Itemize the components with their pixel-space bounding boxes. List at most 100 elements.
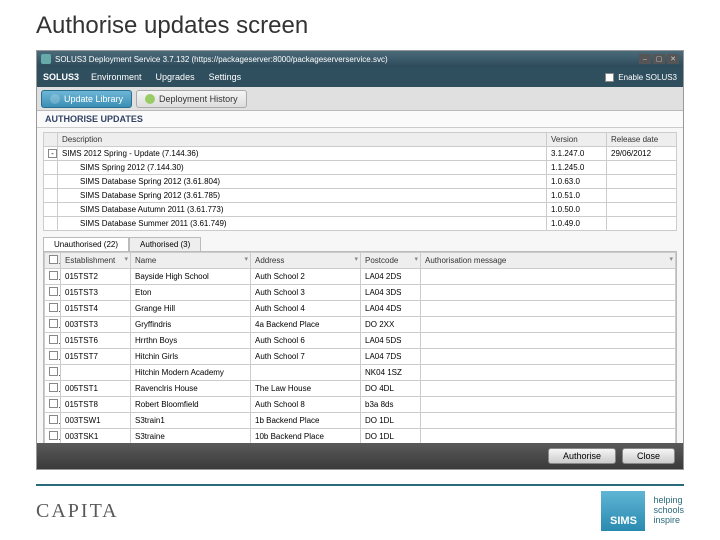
cell-address: 1b Backend Place <box>251 413 361 429</box>
update-description: SIMS Database Spring 2012 (3.61.804) <box>58 175 547 189</box>
cell-establishment: 003TSW1 <box>61 413 131 429</box>
row-checkbox[interactable] <box>45 365 61 381</box>
tab-unauthorised[interactable]: Unauthorised (22) <box>43 237 129 251</box>
expand-toggle[interactable] <box>44 189 58 203</box>
update-description: SIMS Database Autumn 2011 (3.61.773) <box>58 203 547 217</box>
row-checkbox[interactable] <box>45 397 61 413</box>
menu-environment[interactable]: Environment <box>91 72 142 82</box>
filter-icon[interactable]: ▾ <box>414 255 418 263</box>
school-row[interactable]: 005TST1Ravenclris HouseThe Law HouseDO 4… <box>45 381 676 397</box>
cell-postcode: LA04 3DS <box>361 285 421 301</box>
close-button[interactable]: Close <box>622 448 675 464</box>
row-checkbox[interactable] <box>45 413 61 429</box>
expand-toggle[interactable]: - <box>44 147 58 161</box>
menu-upgrades[interactable]: Upgrades <box>156 72 195 82</box>
row-checkbox[interactable] <box>45 285 61 301</box>
cell-postcode: DO 1DL <box>361 429 421 444</box>
school-row[interactable]: 015TST6Hrrthn BoysAuth School 6LA04 5DS <box>45 333 676 349</box>
update-library-button[interactable]: Update Library <box>41 90 132 108</box>
update-version: 1.0.51.0 <box>547 189 607 203</box>
col-release[interactable]: Release date <box>607 133 677 147</box>
school-row[interactable]: 015TST8Robert BloomfieldAuth School 8b3a… <box>45 397 676 413</box>
app-window: SOLUS3 Deployment Service 3.7.132 (https… <box>36 50 684 470</box>
cell-auth-message <box>421 285 676 301</box>
school-row[interactable]: 015TST4Grange HillAuth School 4LA04 4DS <box>45 301 676 317</box>
cell-establishment: 003TSK1 <box>61 429 131 444</box>
window-titlebar: SOLUS3 Deployment Service 3.7.132 (https… <box>37 51 683 67</box>
row-checkbox[interactable] <box>45 301 61 317</box>
filter-icon[interactable]: ▾ <box>669 255 673 263</box>
update-row[interactable]: SIMS Database Spring 2012 (3.61.804)1.0.… <box>44 175 677 189</box>
update-row[interactable]: SIMS Database Autumn 2011 (3.61.773)1.0.… <box>44 203 677 217</box>
cell-auth-message <box>421 301 676 317</box>
cell-auth-message <box>421 381 676 397</box>
slide-title: Authorise updates screen <box>36 12 684 40</box>
cell-establishment <box>61 365 131 381</box>
window-title: SOLUS3 Deployment Service 3.7.132 (https… <box>55 55 388 64</box>
col-address[interactable]: Address▾ <box>251 253 361 269</box>
row-checkbox[interactable] <box>45 349 61 365</box>
close-window-button[interactable]: ✕ <box>667 54 679 64</box>
update-release <box>607 217 677 231</box>
minimize-button[interactable]: – <box>639 54 651 64</box>
row-checkbox[interactable] <box>45 429 61 444</box>
cell-address: Auth School 8 <box>251 397 361 413</box>
col-version[interactable]: Version <box>547 133 607 147</box>
menu-settings[interactable]: Settings <box>209 72 242 82</box>
school-row[interactable]: 015TST2Bayside High SchoolAuth School 2L… <box>45 269 676 285</box>
school-row[interactable]: 015TST7Hitchin GirlsAuth School 7LA04 7D… <box>45 349 676 365</box>
col-postcode[interactable]: Postcode▾ <box>361 253 421 269</box>
school-row[interactable]: 015TST3EtonAuth School 3LA04 3DS <box>45 285 676 301</box>
school-row[interactable]: 003TST3Gryffindris4a Backend PlaceDO 2XX <box>45 317 676 333</box>
filter-icon[interactable]: ▾ <box>354 255 358 263</box>
cell-establishment: 015TST4 <box>61 301 131 317</box>
update-description: SIMS Database Summer 2011 (3.61.749) <box>58 217 547 231</box>
update-release <box>607 175 677 189</box>
cell-postcode: DO 1DL <box>361 413 421 429</box>
cell-postcode: b3a 8ds <box>361 397 421 413</box>
col-select-all[interactable] <box>45 253 61 269</box>
cell-address: Auth School 7 <box>251 349 361 365</box>
expand-toggle[interactable] <box>44 217 58 231</box>
expand-toggle[interactable] <box>44 175 58 189</box>
row-checkbox[interactable] <box>45 269 61 285</box>
col-establishment[interactable]: Establishment▾ <box>61 253 131 269</box>
cell-address: Auth School 4 <box>251 301 361 317</box>
maximize-button[interactable]: ▢ <box>653 54 665 64</box>
expand-toggle[interactable] <box>44 161 58 175</box>
school-row[interactable]: 003TSK1S3traine10b Backend PlaceDO 1DL <box>45 429 676 444</box>
col-description[interactable]: Description <box>58 133 547 147</box>
page-header: AUTHORISE UPDATES <box>37 111 683 128</box>
update-release <box>607 161 677 175</box>
update-row[interactable]: SIMS Database Spring 2012 (3.61.785)1.0.… <box>44 189 677 203</box>
expand-toggle[interactable] <box>44 203 58 217</box>
deployment-history-button[interactable]: Deployment History <box>136 90 247 108</box>
col-expand[interactable] <box>44 133 58 147</box>
update-release: 29/06/2012 <box>607 147 677 161</box>
cell-auth-message <box>421 349 676 365</box>
col-auth-message[interactable]: Authorisation message▾ <box>421 253 676 269</box>
update-row[interactable]: SIMS Database Summer 2011 (3.61.749)1.0.… <box>44 217 677 231</box>
row-checkbox[interactable] <box>45 381 61 397</box>
capita-logo: CAPITA <box>36 500 119 523</box>
update-description: SIMS 2012 Spring - Update (7.144.36) <box>58 147 547 161</box>
update-row[interactable]: -SIMS 2012 Spring - Update (7.144.36)3.1… <box>44 147 677 161</box>
cell-postcode: NK04 1SZ <box>361 365 421 381</box>
cell-auth-message <box>421 429 676 444</box>
school-row[interactable]: Hitchin Modern AcademyNK04 1SZ <box>45 365 676 381</box>
row-checkbox[interactable] <box>45 333 61 349</box>
cell-postcode: LA04 7DS <box>361 349 421 365</box>
school-row[interactable]: 003TSW1S3train11b Backend PlaceDO 1DL <box>45 413 676 429</box>
sims-logo: SIMS <box>601 491 645 531</box>
enable-solus3-checkbox[interactable] <box>605 73 614 82</box>
cell-name: Robert Bloomfield <box>131 397 251 413</box>
col-name[interactable]: Name▾ <box>131 253 251 269</box>
authorise-button[interactable]: Authorise <box>548 448 616 464</box>
row-checkbox[interactable] <box>45 317 61 333</box>
tab-authorised[interactable]: Authorised (3) <box>129 237 201 251</box>
filter-icon[interactable]: ▾ <box>124 255 128 263</box>
cell-name: Eton <box>131 285 251 301</box>
update-row[interactable]: SIMS Spring 2012 (7.144.30)1.1.245.0 <box>44 161 677 175</box>
cell-establishment: 015TST2 <box>61 269 131 285</box>
filter-icon[interactable]: ▾ <box>244 255 248 263</box>
